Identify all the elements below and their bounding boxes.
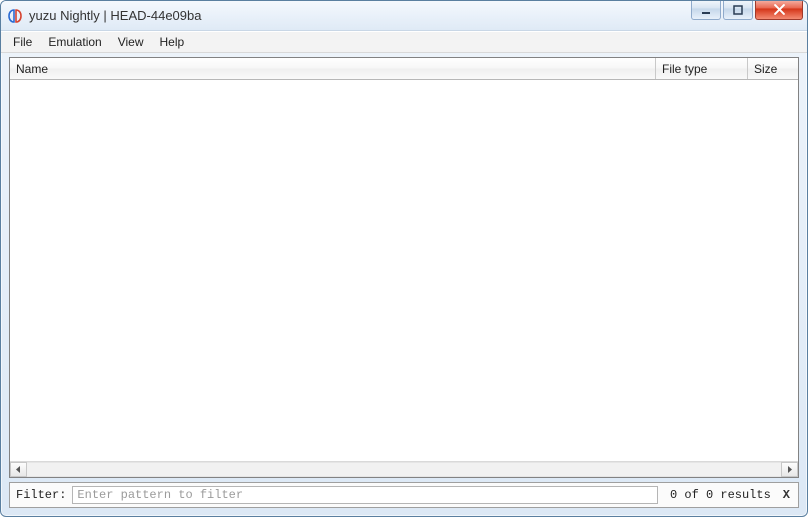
app-window: yuzu Nightly | HEAD-44e09ba File Emulati… [0, 0, 808, 517]
window-controls [691, 0, 803, 20]
window-title: yuzu Nightly | HEAD-44e09ba [29, 8, 201, 23]
filter-clear-button[interactable]: X [781, 488, 792, 502]
column-header-size[interactable]: Size [748, 58, 798, 79]
menu-view[interactable]: View [110, 32, 152, 52]
table-body-empty [10, 80, 798, 461]
column-header-name[interactable]: Name [10, 58, 656, 79]
close-button[interactable] [755, 0, 803, 20]
maximize-button[interactable] [723, 0, 753, 20]
scroll-left-button[interactable] [10, 462, 27, 477]
maximize-icon [733, 5, 743, 15]
client-area: Name File type Size Filter: 0 of 0 resul… [9, 57, 799, 508]
menubar: File Emulation View Help [1, 31, 807, 53]
game-list-table: Name File type Size [9, 57, 799, 478]
horizontal-scrollbar[interactable] [10, 461, 798, 477]
table-header-row: Name File type Size [10, 58, 798, 80]
close-icon [774, 4, 785, 15]
filter-results-text: 0 of 0 results [670, 488, 771, 502]
filter-input[interactable] [72, 486, 658, 504]
menu-file[interactable]: File [5, 32, 40, 52]
minimize-button[interactable] [691, 0, 721, 20]
app-icon [7, 8, 23, 24]
column-header-file-type[interactable]: File type [656, 58, 748, 79]
chevron-left-icon [15, 466, 22, 473]
menu-emulation[interactable]: Emulation [40, 32, 109, 52]
menu-help[interactable]: Help [152, 32, 193, 52]
filter-label: Filter: [16, 488, 66, 502]
minimize-icon [701, 5, 711, 15]
scroll-right-button[interactable] [781, 462, 798, 477]
titlebar[interactable]: yuzu Nightly | HEAD-44e09ba [1, 1, 807, 31]
scroll-track[interactable] [27, 462, 781, 477]
chevron-right-icon [786, 466, 793, 473]
filter-bar: Filter: 0 of 0 results X [9, 482, 799, 508]
